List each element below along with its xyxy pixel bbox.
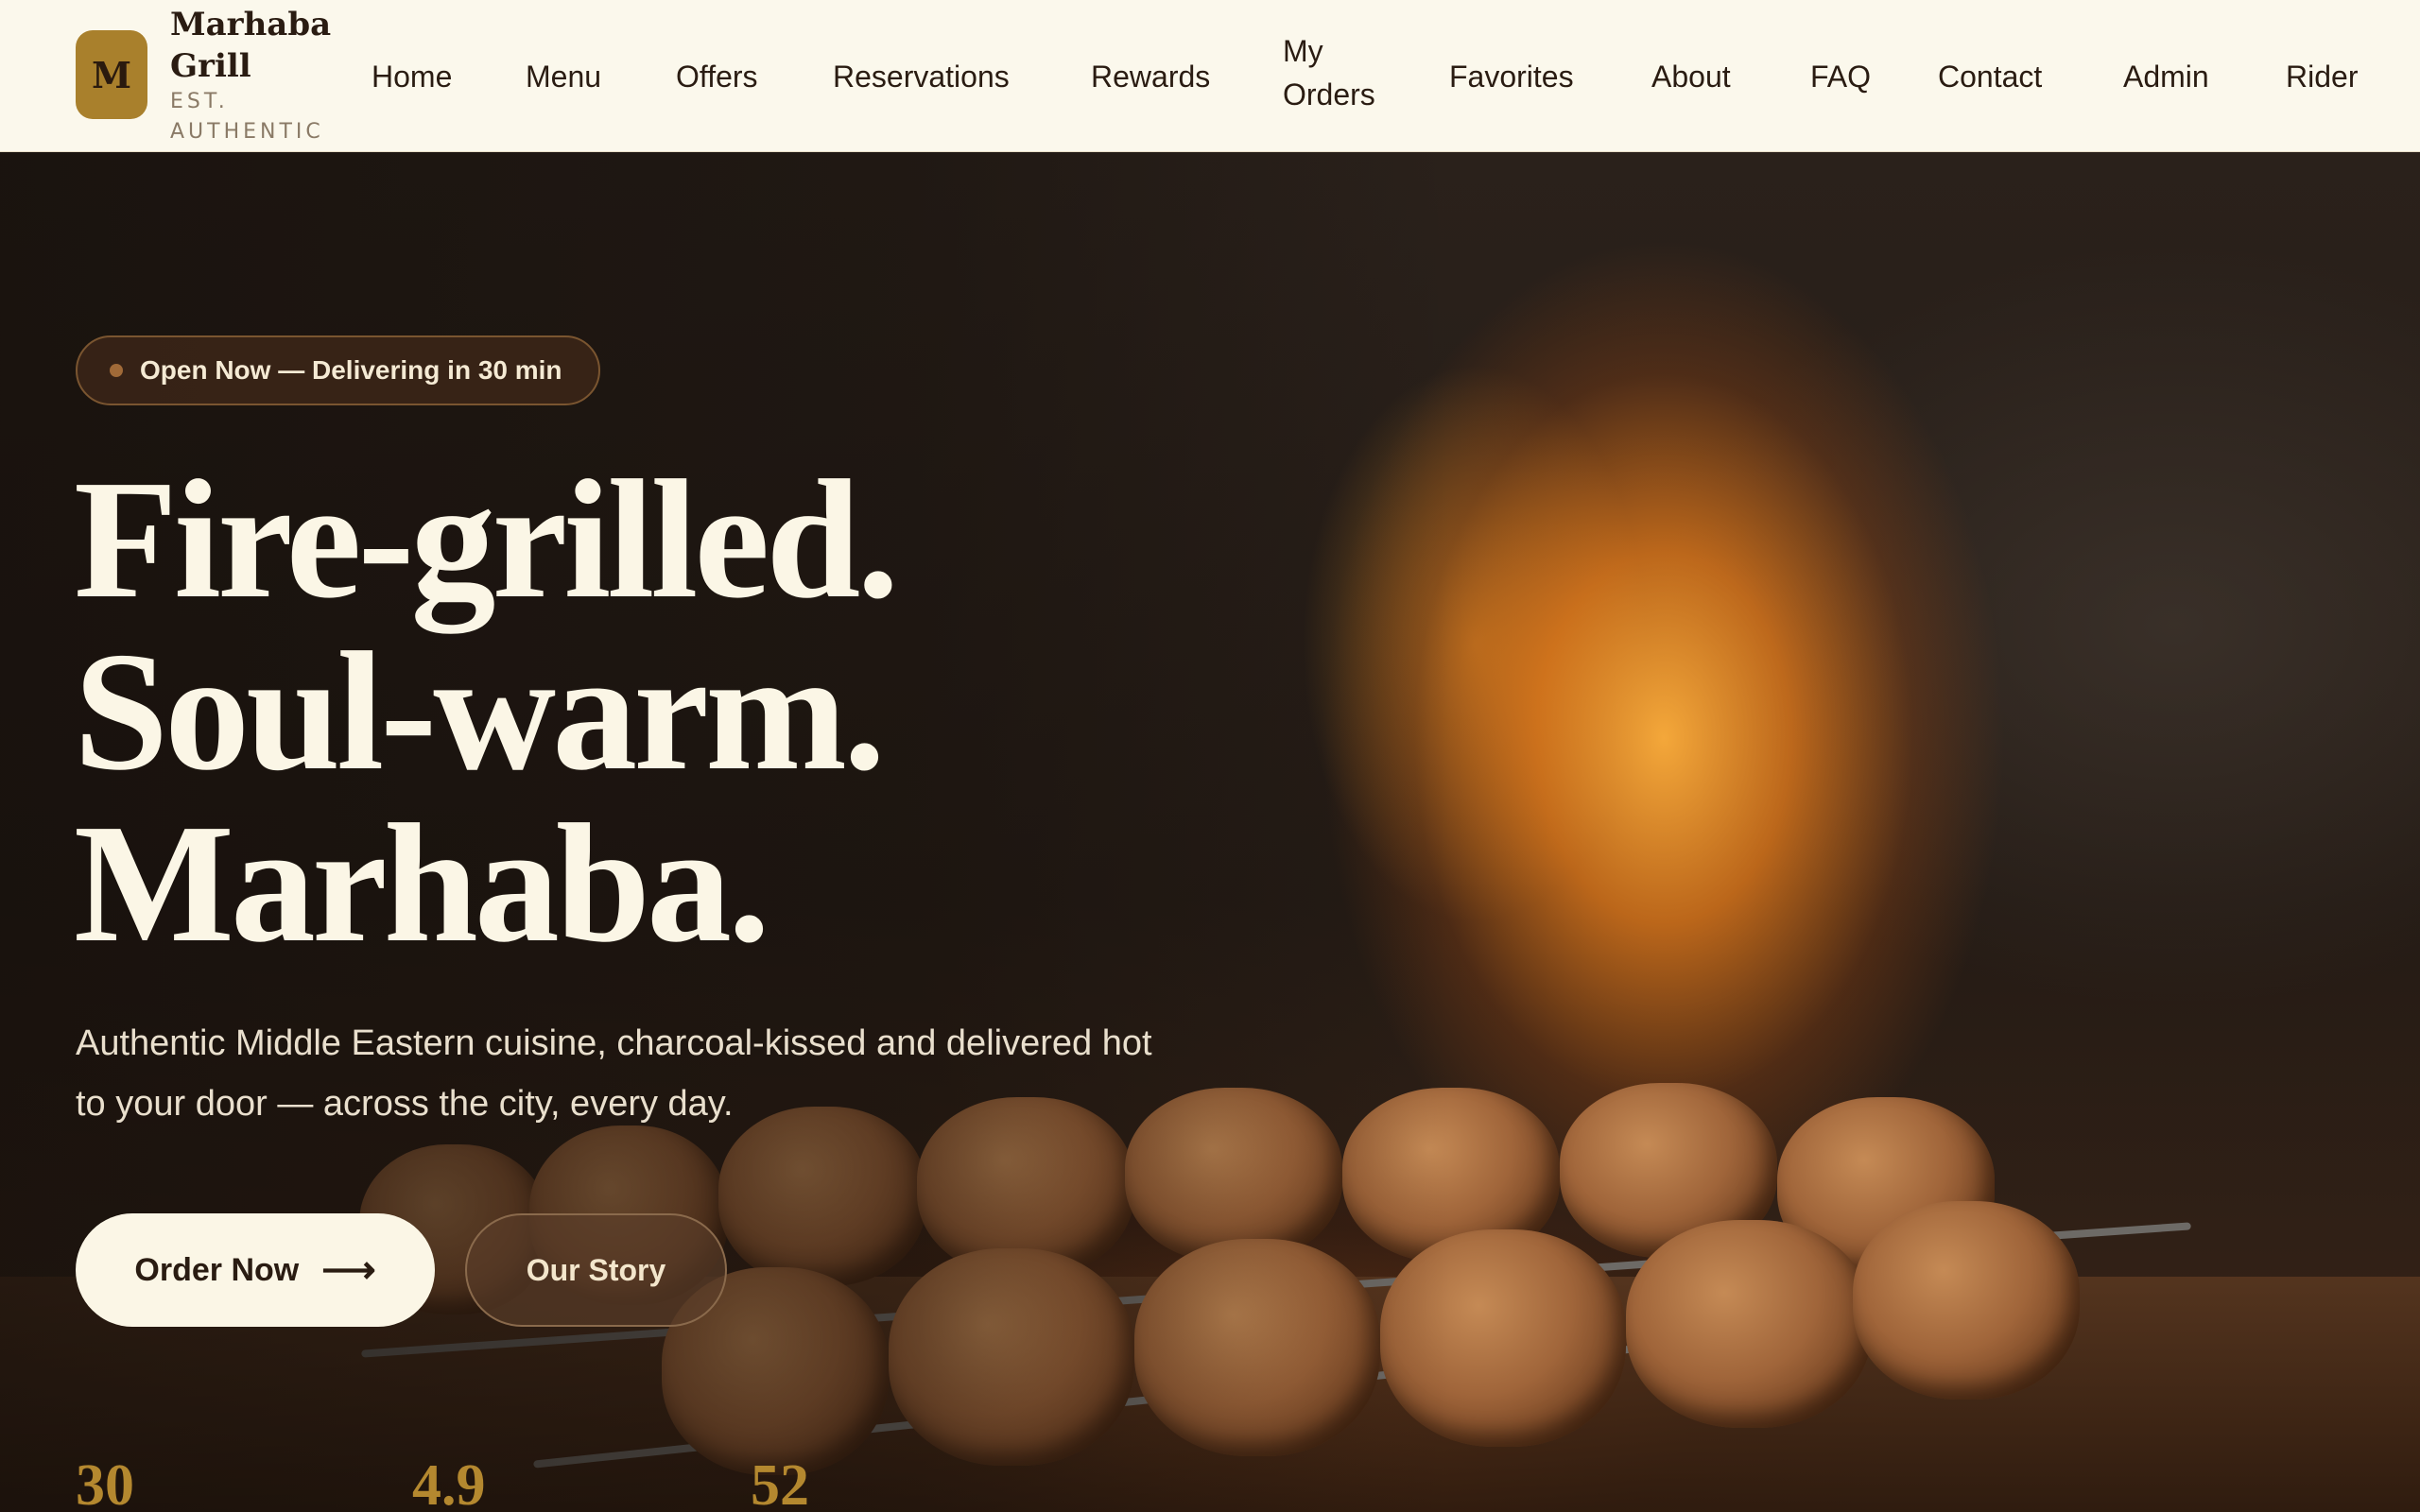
headline-line-1: Fire-grilled. <box>74 445 899 633</box>
nav-menu[interactable]: Menu <box>526 55 601 98</box>
order-now-label: Order Now <box>134 1251 300 1288</box>
headline-line-3: Marhaba. <box>74 789 770 977</box>
headline-line-2: Soul-warm. <box>74 617 886 805</box>
status-dot-icon <box>110 364 123 377</box>
nav-favorites[interactable]: Favorites <box>1449 55 1574 98</box>
site-header: M Marhaba Grill EST. AUTHENTIC Home Menu… <box>0 0 2420 152</box>
stat-count: 52 <box>751 1453 809 1512</box>
hero-headline: Fire-grilled. Soul-warm. Marhaba. <box>74 454 1161 970</box>
nav-about[interactable]: About <box>1651 55 1731 98</box>
nav-rider[interactable]: Rider <box>2286 55 2358 98</box>
nav-admin[interactable]: Admin <box>2123 55 2209 98</box>
status-text: Open Now — Delivering in 30 min <box>140 355 562 385</box>
stat-delivery-minutes: 30 <box>76 1453 134 1512</box>
nav-reservations[interactable]: Reservations <box>833 55 1010 98</box>
our-story-label: Our Story <box>526 1252 666 1287</box>
nav-contact[interactable]: Contact <box>1938 55 2042 98</box>
nav-rewards[interactable]: Rewards <box>1091 55 1210 98</box>
arrow-right-icon: ⟶ <box>321 1249 376 1291</box>
nav-faq[interactable]: FAQ <box>1810 55 1871 98</box>
order-now-button[interactable]: Order Now ⟶ <box>76 1213 435 1327</box>
our-story-button[interactable]: Our Story <box>465 1213 727 1327</box>
stat-rating: 4.9 <box>412 1453 486 1512</box>
nav-offers[interactable]: Offers <box>676 55 758 98</box>
nav-my-orders[interactable]: My Orders <box>1283 29 1396 116</box>
main-nav: Home Menu Offers Reservations Rewards My… <box>0 0 2420 152</box>
open-status-badge: Open Now — Delivering in 30 min <box>76 335 600 405</box>
hero-subcopy: Authentic Middle Eastern cuisine, charco… <box>76 1023 1152 1124</box>
nav-home[interactable]: Home <box>372 55 452 98</box>
